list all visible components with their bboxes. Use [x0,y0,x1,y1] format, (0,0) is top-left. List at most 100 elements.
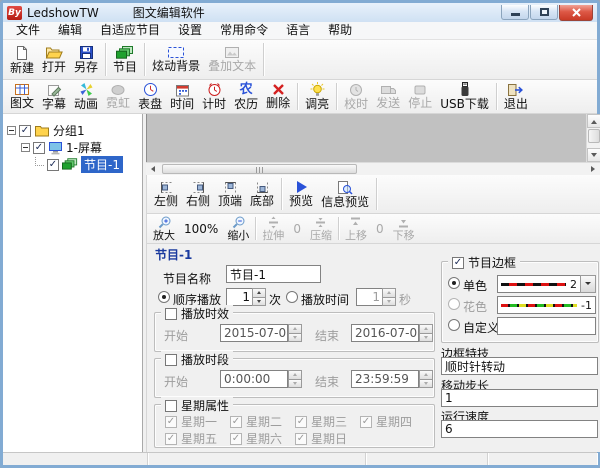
status-cell [3,453,148,465]
menu-file[interactable]: 文件 [7,22,49,39]
toolbar-separator [144,43,145,76]
align-bottom-button[interactable]: 底部 [246,175,278,213]
minimize-button[interactable] [501,5,529,20]
horizontal-scrollbar[interactable] [146,162,600,175]
tree-item-group[interactable]: ✓ 分组1 [7,122,142,139]
scroll-down-button[interactable] [587,148,600,162]
tree-item-program[interactable]: ✓ 节目-1 [7,156,142,173]
graphic-text-button[interactable]: 图文 [6,80,38,113]
dial-button[interactable]: 表盘 [134,80,166,113]
usb-download-button[interactable]: USB下载 [436,80,493,113]
zoom-out-button[interactable]: 缩小 [224,214,252,243]
collapse-icon[interactable] [21,143,30,152]
move-step-input[interactable]: 1 [441,389,598,407]
menu-adaptive-program[interactable]: 自适应节目 [91,22,169,39]
weekday-monday: ✓星期一 [165,413,217,430]
program-name-input[interactable]: 节目-1 [226,265,321,283]
program-checkbox[interactable]: ✓ [47,159,59,171]
magnifier-doc-icon [337,180,353,195]
single-color-radio[interactable] [448,277,460,289]
time-button[interactable]: 时间 [166,80,198,113]
preview-button[interactable]: 预览 [285,175,317,213]
brightness-button[interactable]: 调亮 [301,80,333,113]
tree-program-label[interactable]: 节目-1 [81,156,123,173]
graphic-text-icon [14,83,30,96]
valid-period-checkbox[interactable] [165,308,177,320]
play-timeslot-checkbox[interactable] [165,354,177,366]
collapse-icon[interactable] [7,126,16,135]
file-toolbar: 新建 打开 另存 节目 炫动背景 叠加文本 [3,40,597,80]
toolbar-separator [297,83,298,110]
close-button[interactable] [559,5,593,21]
delete-button[interactable]: 删除 [262,80,294,113]
zoom-in-button[interactable]: 放大 [150,214,178,243]
menu-edit[interactable]: 编辑 [49,22,91,39]
program-border-checkbox[interactable]: ✓ [452,257,464,269]
align-left-button[interactable]: 左侧 [150,175,182,213]
menu-common-commands[interactable]: 常用命令 [211,22,277,39]
screen-checkbox[interactable]: ✓ [33,142,45,154]
tree-item-screen[interactable]: ✓ 1-屏幕 [7,139,142,156]
new-button[interactable]: 新建 [6,40,38,79]
scroll-right-button[interactable] [587,163,600,175]
info-preview-button[interactable]: 信息预览 [317,175,373,213]
maximize-icon [540,8,549,16]
subtitle-button[interactable]: 字幕 [38,80,70,113]
spin-down-button[interactable] [252,298,266,307]
toolbar-separator [281,178,282,210]
dazzle-background-icon [167,46,185,59]
menu-language[interactable]: 语言 [277,22,319,39]
vertical-scrollbar[interactable] [586,114,600,162]
timed-play-label[interactable]: 播放时间 [301,291,349,308]
single-color-combo[interactable]: 2 [497,275,596,293]
align-top-button[interactable]: 顶端 [214,175,246,213]
horizontal-scroll-thumb[interactable] [162,164,357,174]
dazzle-background-button[interactable]: 炫动背景 [148,40,204,79]
stretch-icon [267,216,280,229]
lunar-button[interactable]: 农 农历 [230,80,262,113]
tools-toolbar: 图文 字幕 动画 霓虹 表盘 时间 计时 农 农历 [3,80,597,114]
weekday-group-checkbox[interactable] [165,400,177,412]
menu-help[interactable]: 帮助 [319,22,361,39]
group-checkbox[interactable]: ✓ [19,125,31,137]
stop-button: 停止 [404,80,436,113]
animation-button[interactable]: 动画 [70,80,102,113]
align-top-icon [223,181,238,194]
exit-door-icon [507,83,524,97]
run-speed-input[interactable]: 6 [441,420,598,438]
spin-up-button[interactable] [252,288,266,298]
screen-preview-area[interactable] [146,114,600,162]
form-title: 节目-1 [155,246,192,263]
period-start-label: 开始 [164,373,188,390]
timed-play-radio[interactable] [286,291,298,303]
single-color-label[interactable]: 单色 [463,277,487,294]
custom-color-radio[interactable] [448,319,460,331]
sequence-play-radio[interactable] [158,291,170,303]
exit-button[interactable]: 退出 [500,80,532,113]
scroll-up-button[interactable] [587,114,600,128]
sequence-count-spinner[interactable]: 1 [226,288,266,306]
program-settings-form: 节目-1 节目名称 节目-1 顺序播放 1 次 播放时间 1 秒 播放时效 开始… [146,244,600,452]
open-button[interactable]: 打开 [38,40,70,79]
calibrate-time-button: 校时 [340,80,372,113]
valid-end-label: 结束 [315,327,339,344]
align-toolbar: 左侧 右侧 顶端 底部 预览 信息预览 [146,175,600,214]
custom-color-label[interactable]: 自定义 [463,319,499,336]
scroll-left-button[interactable] [146,163,159,175]
timer-button[interactable]: 计时 [198,80,230,113]
send-button: 发送 [372,80,404,113]
tree-screen-label[interactable]: 1-屏幕 [66,139,102,156]
combo-dropdown-button[interactable] [580,275,596,293]
maximize-button[interactable] [530,5,558,20]
tree-group-label[interactable]: 分组1 [53,122,85,139]
menu-settings[interactable]: 设置 [169,22,211,39]
program-icon [116,46,134,60]
period-end-input: 23:59:59 [351,370,419,388]
save-as-button[interactable]: 另存 [70,40,102,79]
screen-monitor-icon [48,141,63,155]
align-right-button[interactable]: 右侧 [182,175,214,213]
close-icon [572,8,581,17]
border-effect-input[interactable]: 顺时针转动 [441,357,598,375]
program-button[interactable]: 节目 [109,40,141,79]
vertical-scroll-thumb[interactable] [588,129,600,143]
